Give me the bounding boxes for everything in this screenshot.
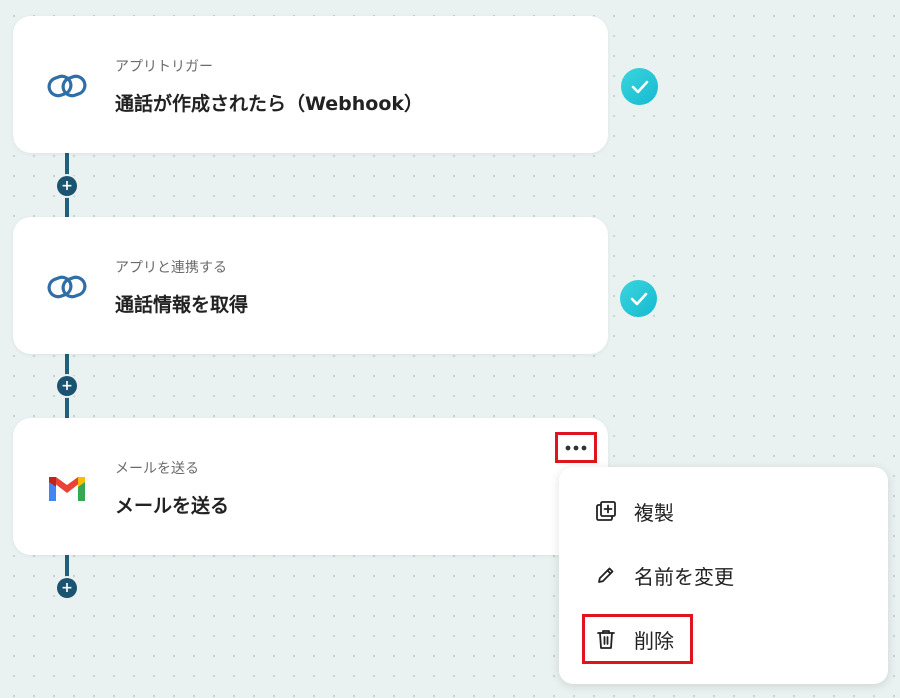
add-step-button[interactable]: + bbox=[57, 376, 77, 396]
flow-step-card[interactable]: アプリと連携する 通話情報を取得 bbox=[13, 217, 608, 354]
step-title: メールを送る bbox=[115, 495, 230, 517]
step-type-label: アプリトリガー bbox=[115, 59, 213, 75]
link-chain-icon bbox=[47, 66, 87, 106]
step-complete-check-icon bbox=[620, 280, 657, 317]
add-step-button[interactable]: + bbox=[57, 176, 77, 196]
flow-step-card[interactable]: アプリトリガー 通話が作成されたら（Webhook） bbox=[13, 16, 608, 153]
menu-item-delete[interactable]: 削除 bbox=[559, 615, 888, 663]
link-chain-icon bbox=[47, 267, 87, 307]
step-context-menu: 複製 名前を変更 削除 bbox=[559, 467, 888, 684]
step-title: 通話が作成されたら（Webhook） bbox=[115, 93, 424, 115]
menu-item-label: 複製 bbox=[634, 500, 674, 525]
flow-step-card[interactable]: メールを送る メールを送る bbox=[13, 418, 608, 555]
gmail-icon bbox=[47, 468, 87, 508]
step-title: 通話情報を取得 bbox=[115, 294, 249, 316]
menu-item-duplicate[interactable]: 複製 bbox=[559, 487, 888, 535]
add-step-button[interactable]: + bbox=[57, 578, 77, 598]
step-complete-check-icon bbox=[621, 68, 658, 105]
step-type-label: アプリと連携する bbox=[115, 260, 227, 276]
pencil-icon bbox=[595, 564, 617, 586]
menu-item-label: 名前を変更 bbox=[634, 564, 734, 589]
ellipsis-icon bbox=[565, 445, 587, 450]
flow-connector bbox=[65, 555, 69, 579]
duplicate-icon bbox=[595, 500, 617, 522]
menu-item-label: 削除 bbox=[634, 628, 674, 653]
menu-item-rename[interactable]: 名前を変更 bbox=[559, 551, 888, 599]
trash-icon bbox=[595, 628, 617, 650]
more-options-button[interactable] bbox=[555, 432, 597, 463]
step-type-label: メールを送る bbox=[115, 461, 199, 477]
